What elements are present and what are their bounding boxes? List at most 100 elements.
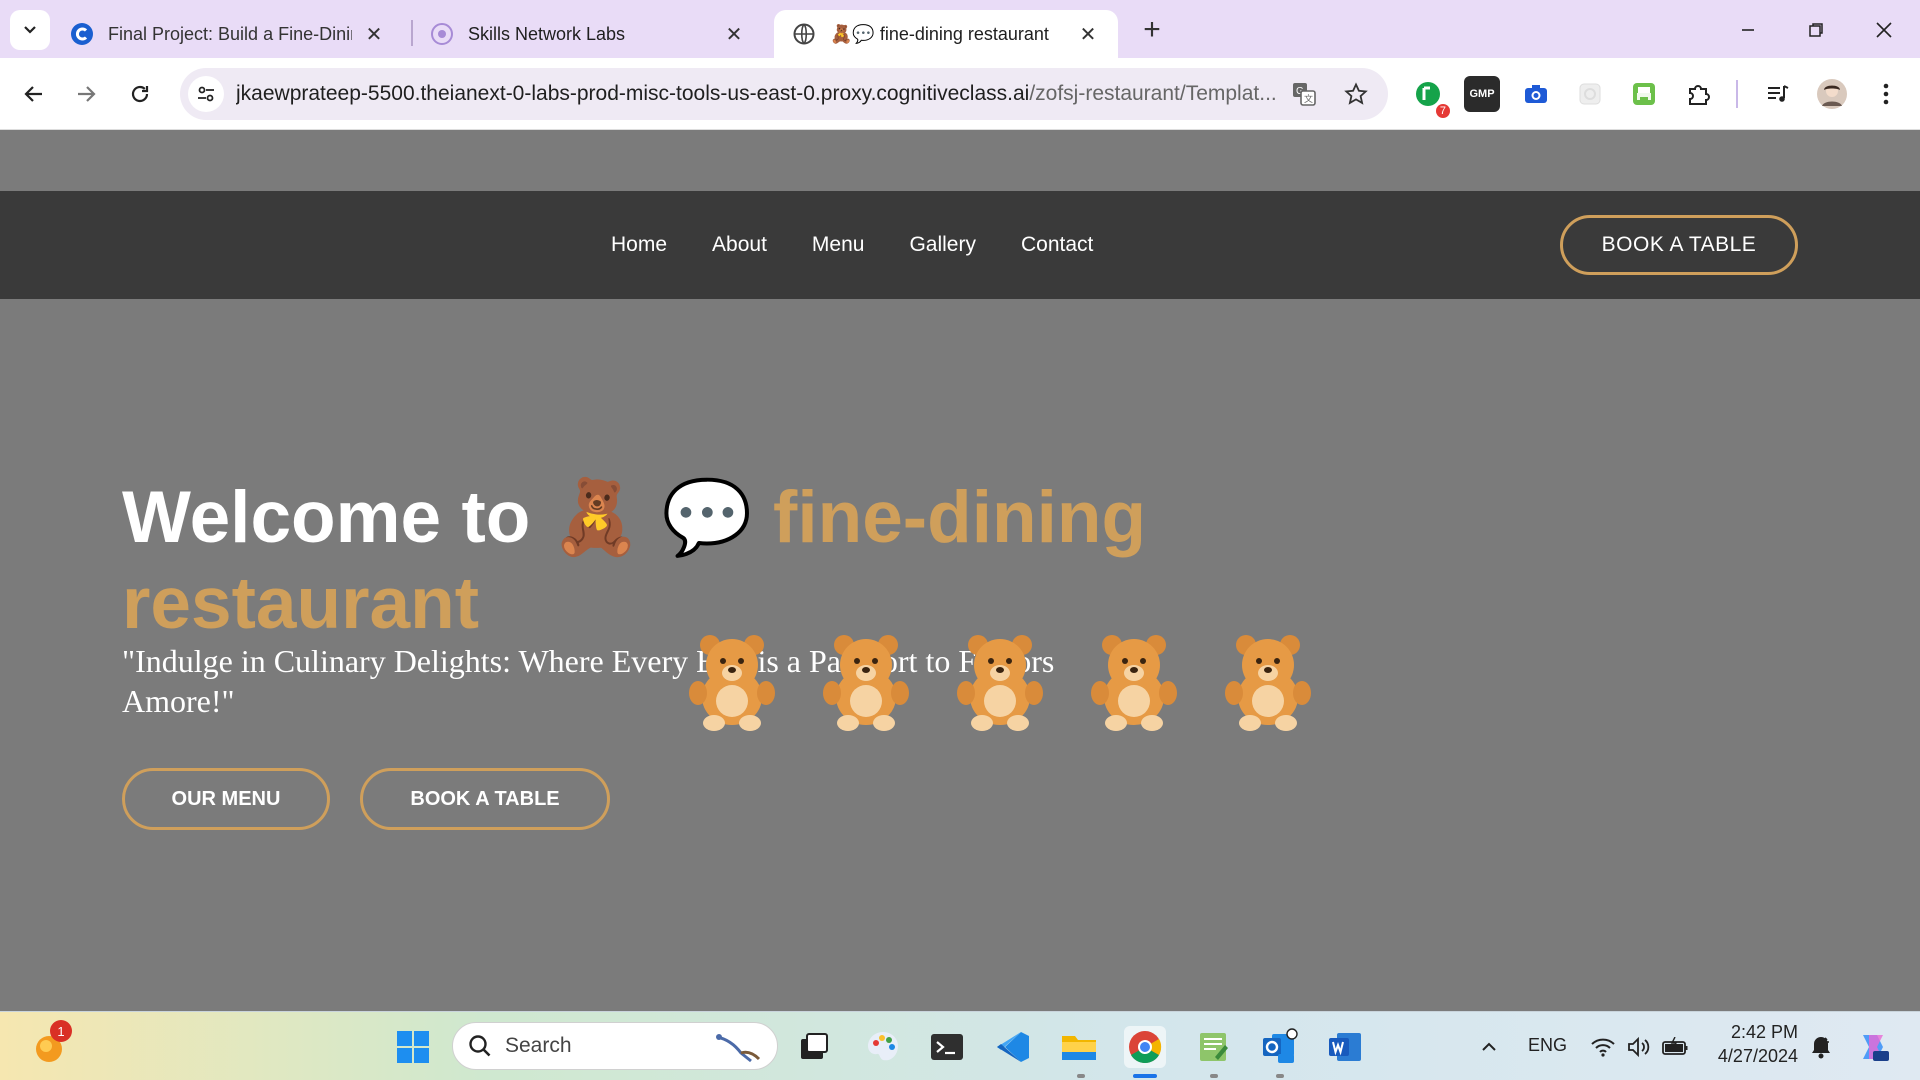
forward-button[interactable]: [66, 74, 106, 114]
start-button[interactable]: [392, 1026, 434, 1068]
search-highlight-bird-icon: [716, 1034, 761, 1063]
search-placeholder: Search: [505, 1034, 572, 1057]
nav-link-gallery[interactable]: Gallery: [909, 233, 976, 257]
url-text[interactable]: jkaewprateep-5500.theianext-0-labs-prod-…: [236, 82, 1276, 106]
arrow-left-icon: [24, 86, 42, 102]
translate-icon[interactable]: G文: [1288, 78, 1320, 110]
url-host: jkaewprateep-5500.theianext-0-labs-prod-…: [236, 82, 1030, 105]
close-icon[interactable]: ✕: [722, 22, 746, 46]
coursera-favicon-icon: [70, 22, 94, 46]
site-info-button[interactable]: [188, 76, 224, 112]
restore-icon: [1809, 23, 1823, 37]
hero-title-accent: fine-dining: [773, 477, 1147, 558]
nav-link-about[interactable]: About: [712, 233, 767, 257]
nav-link-menu[interactable]: Menu: [812, 233, 865, 257]
running-indicator: [1276, 1074, 1284, 1078]
windows-logo-icon: [397, 1031, 429, 1063]
notification-count-badge: 1: [50, 1020, 72, 1042]
nav-links: Home About Menu Gallery Contact: [611, 191, 1138, 299]
close-icon[interactable]: ✕: [362, 22, 386, 46]
svg-text:文: 文: [1304, 93, 1313, 104]
tab-search-button[interactable]: [10, 10, 50, 50]
widgets-icon[interactable]: 1: [28, 1020, 72, 1068]
chrome-menu-icon[interactable]: [1868, 76, 1904, 112]
hero-title-accent-2: restaurant: [122, 563, 480, 644]
taskbar-search-box[interactable]: Search: [452, 1022, 778, 1070]
tab-title: 🧸💬 fine-dining restaurant: [830, 23, 1049, 44]
web-page: Home About Menu Gallery Contact BOOK A T…: [0, 131, 1920, 1011]
chrome-app-icon[interactable]: [1124, 1026, 1166, 1068]
minimize-icon: [1742, 29, 1754, 31]
hero-title-prefix: Welcome to: [122, 477, 531, 558]
outlook-app-icon[interactable]: [1258, 1026, 1300, 1068]
notification-bell-icon[interactable]: [1800, 1026, 1842, 1068]
hero-title-emoji: 🧸 💬: [550, 477, 753, 558]
show-hidden-icons-chevron-icon[interactable]: [1468, 1026, 1510, 1068]
tab-final-project[interactable]: Final Project: Build a Fine-Dining ✕: [52, 10, 404, 58]
close-icon: [1876, 22, 1892, 38]
bear-icon: [933, 631, 1067, 731]
browser-toolbar: jkaewprateep-5500.theianext-0-labs-prod-…: [0, 58, 1920, 130]
tab-title: Final Project: Build a Fine-Dining: [108, 23, 352, 44]
bear-icon: [1201, 631, 1335, 731]
battery-icon[interactable]: [1654, 1026, 1696, 1068]
reload-icon: [131, 85, 149, 103]
bookmark-star-icon[interactable]: [1340, 78, 1372, 110]
terminal-app-icon[interactable]: [926, 1026, 968, 1068]
url-path: /zofsj-restaurant/Templat...: [1029, 82, 1276, 105]
running-indicator: [1077, 1074, 1085, 1078]
skills-network-favicon-icon: [430, 22, 454, 46]
nav-link-contact[interactable]: Contact: [1021, 233, 1093, 257]
copilot-icon[interactable]: [1852, 1026, 1894, 1068]
extension-gmp-icon[interactable]: GMP: [1464, 76, 1500, 112]
extension-grammar-icon[interactable]: 7: [1410, 76, 1450, 118]
gmp-label: GMP: [1469, 88, 1495, 100]
hero-title: Welcome to 🧸 💬 fine-dining restaurant: [122, 475, 1222, 647]
arrow-right-icon: [78, 86, 96, 102]
book-a-table-hero-button[interactable]: BOOK A TABLE: [360, 768, 610, 830]
media-control-icon[interactable]: [1760, 76, 1796, 112]
reload-button[interactable]: [120, 74, 160, 114]
bear-animation-row: [665, 631, 1335, 731]
minimize-button[interactable]: [1728, 10, 1768, 50]
toolbar-divider: [1736, 80, 1738, 108]
book-a-table-nav-button[interactable]: BOOK A TABLE: [1560, 215, 1798, 275]
running-indicator: [1210, 1074, 1218, 1078]
extension-blank-icon[interactable]: [1572, 76, 1608, 112]
paint-app-icon[interactable]: [862, 1026, 904, 1068]
clock-date[interactable]: 4/27/2024: [1708, 1046, 1798, 1067]
tab-title: Skills Network Labs: [468, 23, 626, 44]
clock-time[interactable]: 2:42 PM: [1728, 1022, 1798, 1043]
our-menu-button[interactable]: OUR MENU: [122, 768, 330, 830]
globe-icon: [792, 22, 816, 46]
tab-fine-dining[interactable]: 🧸💬 fine-dining restaurant ✕: [774, 10, 1118, 58]
search-icon: [469, 1035, 491, 1057]
bear-icon: [1067, 631, 1201, 731]
site-navbar: Home About Menu Gallery Contact BOOK A T…: [0, 191, 1920, 299]
profile-avatar[interactable]: [1814, 76, 1850, 112]
tab-skills-network[interactable]: Skills Network Labs ✕: [412, 10, 764, 58]
close-icon[interactable]: ✕: [1076, 22, 1100, 46]
back-button[interactable]: [14, 74, 54, 114]
chevron-down-icon: [24, 26, 36, 34]
browser-tab-strip: Final Project: Build a Fine-Dining ✕ Ski…: [0, 0, 1920, 58]
task-view-icon[interactable]: [793, 1026, 835, 1068]
bear-icon: [799, 631, 933, 731]
word-app-icon[interactable]: [1324, 1026, 1366, 1068]
restore-button[interactable]: [1796, 10, 1836, 50]
new-tab-button[interactable]: +: [1136, 13, 1168, 46]
extension-badge: 7: [1435, 104, 1450, 118]
extension-camera-icon[interactable]: [1518, 76, 1554, 112]
address-bar[interactable]: jkaewprateep-5500.theianext-0-labs-prod-…: [180, 68, 1388, 120]
tune-icon: [198, 86, 214, 102]
notepad-app-icon[interactable]: [1192, 1026, 1234, 1068]
nav-link-home[interactable]: Home: [611, 233, 667, 257]
extensions-puzzle-icon[interactable]: [1680, 76, 1716, 112]
vscode-app-icon[interactable]: [992, 1026, 1034, 1068]
file-explorer-icon[interactable]: [1058, 1026, 1100, 1068]
close-window-button[interactable]: [1864, 10, 1904, 50]
language-indicator[interactable]: ENG: [1528, 1035, 1567, 1056]
extension-print-icon[interactable]: [1626, 76, 1662, 112]
active-indicator: [1133, 1074, 1157, 1078]
windows-taskbar: 1 Search ENG 2:42 PM 4/27/2024: [0, 1011, 1920, 1080]
